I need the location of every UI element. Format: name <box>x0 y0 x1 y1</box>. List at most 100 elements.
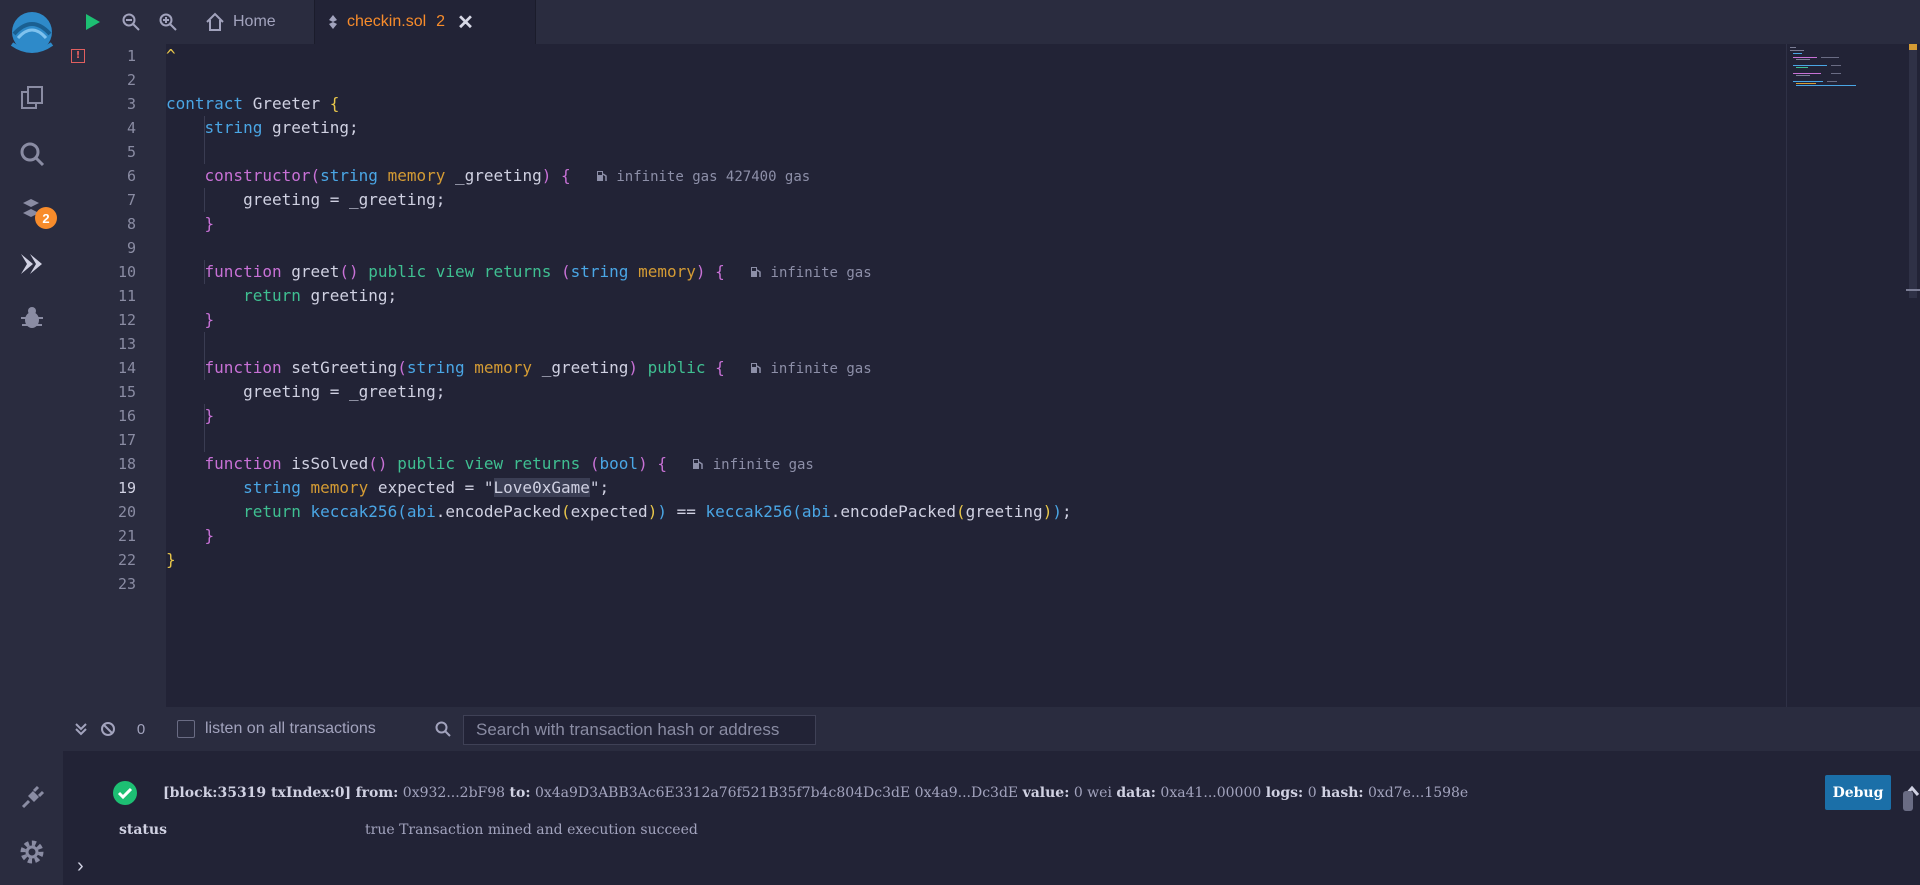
code-line[interactable]: ^ <box>166 44 176 68</box>
tx-data-label: data: <box>1116 785 1156 801</box>
caret-marker: ^ <box>166 46 176 65</box>
tx-value-label: value: <box>1022 785 1070 801</box>
listen-label: listen on all transactions <box>205 720 376 737</box>
search-icon <box>432 707 454 751</box>
line-number: 5 <box>126 143 136 161</box>
line-number: 14 <box>117 359 136 377</box>
tx-from-label: from: <box>355 785 399 801</box>
line-number: 16 <box>117 407 136 425</box>
line-number: 13 <box>117 335 136 353</box>
line-number: 6 <box>126 167 136 185</box>
search-icon[interactable] <box>0 132 63 176</box>
line-number: 23 <box>117 575 136 593</box>
tab-file-label: checkin.sol <box>347 13 427 30</box>
tx-logs-value: 0 <box>1307 785 1317 801</box>
line-number: 22 <box>117 551 136 569</box>
tx-log-line[interactable]: [block:35319 txIndex:0] from: 0x932...2b… <box>163 785 1468 801</box>
code-line[interactable]: contract Greeter { <box>166 92 339 116</box>
code-line[interactable]: } <box>166 548 176 572</box>
line-number: 7 <box>126 191 136 209</box>
code-line[interactable]: return keccak256(abi.encodePacked(expect… <box>166 500 1072 524</box>
code-line[interactable]: } <box>166 308 215 332</box>
success-check-icon <box>113 781 137 810</box>
gas-pump-icon <box>751 267 761 277</box>
code-line[interactable]: string greeting; <box>166 116 359 140</box>
tab-checkin-sol[interactable]: checkin.sol 2 ✕ <box>314 0 536 44</box>
deploy-run-icon[interactable] <box>0 242 63 286</box>
code-line[interactable]: return greeting; <box>166 284 397 308</box>
solidity-file-icon <box>329 15 337 29</box>
code-line[interactable]: } <box>166 524 215 548</box>
plugin-manager-icon[interactable] <box>0 776 63 820</box>
settings-gear-icon[interactable] <box>0 830 63 874</box>
terminal-prompt[interactable]: › <box>77 855 84 878</box>
collapse-terminal-icon[interactable] <box>66 707 96 751</box>
line-number: 9 <box>126 239 136 257</box>
gas-pump-icon <box>596 171 607 181</box>
tx-to-label: to: <box>509 785 531 801</box>
line-number: 8 <box>126 215 136 233</box>
line-number: 1 <box>126 47 136 65</box>
tx-to-value: 0x4a9D3ABB3Ac6E3312a76f521B35f7b4c804Dc3… <box>534 785 1019 801</box>
icon-panel: 2 <box>0 0 63 885</box>
gas-estimate: infinite gas 427400 gas <box>571 169 810 185</box>
line-number: 10 <box>117 263 136 281</box>
listen-checkbox[interactable] <box>176 707 196 751</box>
gas-estimate: infinite gas <box>667 457 814 473</box>
gas-estimate: infinite gas <box>725 361 872 377</box>
tx-hash-label: hash: <box>1321 785 1364 801</box>
code-line[interactable]: string memory expected = "Love0xGame"; <box>166 476 609 500</box>
home-icon <box>206 12 224 31</box>
line-number: 21 <box>117 527 136 545</box>
line-number: 20 <box>117 503 136 521</box>
line-number: 19 <box>117 479 136 497</box>
line-number: 2 <box>126 71 136 89</box>
gas-estimate: infinite gas <box>725 265 872 281</box>
gas-pump-icon <box>751 363 761 373</box>
status-value: true Transaction mined and execution suc… <box>365 822 698 838</box>
code-line[interactable]: constructor(string memory _greeting) { i… <box>166 164 811 188</box>
gas-pump-icon <box>693 459 704 469</box>
tx-data-value: 0xa41...00000 <box>1160 785 1262 801</box>
tx-hash-value: 0xd7e...1598e <box>1368 785 1469 801</box>
code-area[interactable]: ^ contract Greeter { string greeting; con… <box>166 44 1786 707</box>
zoom-in-icon[interactable] <box>153 0 183 44</box>
minimap[interactable] <box>1786 44 1907 707</box>
code-line[interactable]: function isSolved() public view returns … <box>166 452 814 476</box>
code-editor[interactable]: ! 1 2 3 4 5 6 7 8 9 10 11 12 13 14 15 16 17 18 19 20 21 22 23 … <box>63 44 1920 707</box>
code-line[interactable]: greeting = _greeting; <box>166 380 445 404</box>
terminal-output: [block:35319 txIndex:0] from: 0x932...2b… <box>63 751 1920 885</box>
code-line[interactable]: function setGreeting(string memory _gree… <box>166 356 872 380</box>
compiler-icon[interactable]: 2 <box>0 188 63 232</box>
run-script-icon[interactable] <box>78 0 108 44</box>
line-number: 4 <box>126 119 136 137</box>
terminal-scrollbar[interactable] <box>1903 791 1913 811</box>
pending-tx-count: 0 <box>136 720 146 738</box>
compiler-badge: 2 <box>35 207 57 229</box>
debug-button[interactable]: Debug <box>1825 775 1891 810</box>
remix-logo-icon[interactable] <box>0 8 63 54</box>
line-number: 11 <box>117 287 136 305</box>
zoom-out-icon[interactable] <box>116 0 146 44</box>
code-line[interactable]: } <box>166 404 215 428</box>
line-number: 18 <box>117 455 136 473</box>
line-number: 3 <box>126 95 136 113</box>
clear-console-icon[interactable] <box>96 707 120 751</box>
editor-scrollbar[interactable] <box>1906 44 1920 707</box>
file-explorer-icon[interactable] <box>0 76 63 120</box>
code-line[interactable]: function greet() public view returns (st… <box>166 260 872 284</box>
tab-problem-count: 2 <box>436 13 446 30</box>
code-line[interactable]: greeting = _greeting; <box>166 188 445 212</box>
code-line[interactable]: } <box>166 212 215 236</box>
transaction-search-input[interactable] <box>463 715 816 745</box>
line-number: 15 <box>117 383 136 401</box>
tx-from-value: 0x932...2bF98 <box>402 785 506 801</box>
tx-value-value: 0 wei <box>1073 785 1112 801</box>
tab-bar: Home checkin.sol 2 ✕ <box>63 0 1920 44</box>
terminal-toolbar: 0 listen on all transactions <box>63 707 1920 751</box>
line-number: 12 <box>117 311 136 329</box>
tx-block: [block:35319 txIndex:0] <box>163 785 352 801</box>
line-number-gutter: ! 1 2 3 4 5 6 7 8 9 10 11 12 13 14 15 16 17 18 19 20 21 22 23 <box>63 44 166 707</box>
close-tab-icon[interactable]: ✕ <box>457 10 474 35</box>
debugger-icon[interactable] <box>0 296 63 340</box>
